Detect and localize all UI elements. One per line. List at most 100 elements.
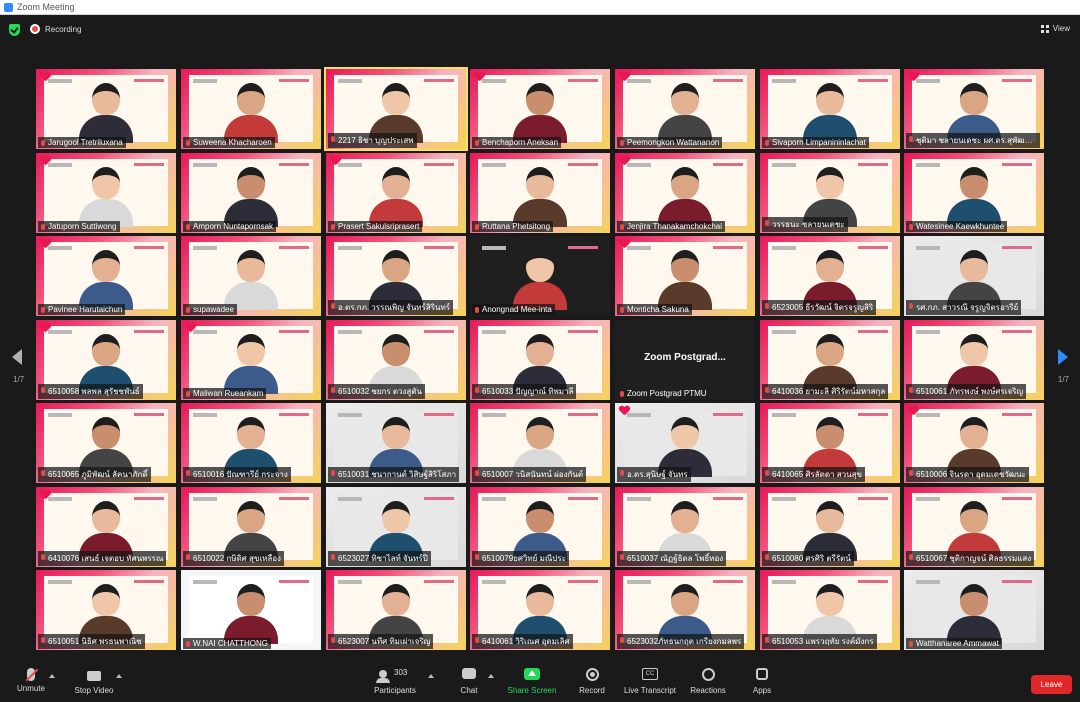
participant-tile[interactable]: Benchaporn Aneksan [470, 69, 610, 149]
participant-tile[interactable]: Jenjira Thanakamchokchai [615, 153, 755, 233]
reactions-button[interactable]: Reactions [690, 668, 726, 695]
participant-tile[interactable]: 6523005 ธีรวัฒน์ จิตรจรูญสิริ [760, 236, 900, 316]
participant-tile[interactable]: 6510080 ศรศิริ ตรีรัตน์ [760, 487, 900, 567]
apps-label: Apps [752, 686, 772, 695]
participant-tile[interactable]: 6510065 ภูมิพัฒน์ ลัคนาภักดิ์ [36, 403, 176, 483]
live-transcript-button[interactable]: CC Live Transcript [623, 668, 677, 695]
participant-tile[interactable]: Prasert Sakulsriprasert [326, 153, 466, 233]
participant-tile[interactable]: Pavinee Harutaichun [36, 236, 176, 316]
participant-tile[interactable]: 6510051 นิธิศ พรธนพาณิช [36, 570, 176, 650]
participant-tile[interactable]: 6510032 ชยกร ตวงสูตัน [326, 320, 466, 400]
heart-reaction-icon [40, 490, 51, 500]
participant-video-feed [658, 497, 712, 561]
leave-button[interactable]: Leave [1031, 675, 1072, 694]
participant-video-feed [224, 413, 278, 477]
participant-name-label: Maliwan Rueankam [183, 388, 267, 399]
next-page-arrow-icon[interactable] [1058, 349, 1068, 365]
participant-video-feed [513, 497, 567, 561]
participant-tile[interactable]: 6410076 เสนธ์ เจตอบ ทัศนพรรณ [36, 487, 176, 567]
participant-tile[interactable]: Suweena Khacharoen [181, 69, 321, 149]
participant-tile[interactable]: 6510016 ปัณฑารีย์ กระจาง [181, 403, 321, 483]
participant-tile[interactable]: รศ.กภ. สาวรณี จรูญจิตรอารีย์ [904, 236, 1044, 316]
participant-tile[interactable]: 6510079ยศวิทย์ มณีประ [470, 487, 610, 567]
participant-tile[interactable]: W.NAI CHATTHONG [181, 570, 321, 650]
participant-tile[interactable]: 6510022 กษิดิศ สุขเหลือง [181, 487, 321, 567]
participant-tile[interactable]: ชุติมา ชลายนเดชะ ผศ.ดร.สุพัฒน์ตัล [904, 69, 1044, 149]
unmute-label: Unmute [16, 684, 45, 693]
apps-icon [756, 668, 768, 680]
view-button[interactable]: View [1040, 24, 1070, 33]
unmute-button[interactable]: Unmute [14, 668, 48, 693]
participant-tile[interactable]: Watthanaree Ammawat [904, 570, 1044, 650]
participant-video-feed [803, 580, 857, 644]
participant-video-feed [369, 330, 423, 394]
participant-tile[interactable]: Maliwan Rueankam [181, 320, 321, 400]
previous-page-arrow-icon[interactable] [12, 349, 22, 365]
chat-options-caret-icon[interactable] [488, 674, 494, 678]
heart-reaction-icon [40, 323, 51, 333]
participant-name-label: Anongnad Mee-inta [472, 304, 555, 315]
participant-tile[interactable]: 6510031 ชนากานต์ วิสิษฐ์สิริโสภา [326, 403, 466, 483]
participant-tile[interactable]: Watesinee Kaewkhuntee [904, 153, 1044, 233]
stop-video-button[interactable]: Stop Video [73, 668, 115, 695]
participant-video-feed [658, 580, 712, 644]
participant-tile[interactable]: Peemongkon Wattananon [615, 69, 755, 149]
participant-video-feed [947, 246, 1001, 310]
participant-tile[interactable]: Sivaporn Limpanininlachat [760, 69, 900, 149]
participant-name-label: 6510016 ปัณฑารีย์ กระจาง [183, 467, 291, 482]
window-title: Zoom Meeting [17, 2, 75, 12]
participant-video-feed [224, 79, 278, 143]
record-dot-icon [30, 24, 40, 34]
participant-video-feed [947, 330, 1001, 394]
video-options-caret-icon[interactable] [116, 674, 122, 678]
chat-button[interactable]: Chat [455, 668, 483, 695]
participant-tile[interactable]: 6523032ภัทธนกฤต เกรียงกมลพร [615, 570, 755, 650]
participant-tile[interactable]: อ.ดร.กภ. วรรณพิญ จันทร์สิรินทร์ [326, 236, 466, 316]
chat-bubble-icon [462, 668, 476, 679]
participant-video-feed [658, 79, 712, 143]
participant-name-label: Suweena Khacharoen [183, 137, 275, 148]
heart-reaction-icon [330, 156, 341, 166]
heart-reaction-icon [908, 406, 919, 416]
participant-tile[interactable]: supawadee [181, 236, 321, 316]
participant-tile[interactable]: 6510007 วนิสนันทน์ ผ่องกันต์ [470, 403, 610, 483]
participant-tile[interactable]: 6510033 ปัญญาณ์ ทิพมาลี [470, 320, 610, 400]
participant-video-feed [224, 497, 278, 561]
participant-tile[interactable]: อ.ดร.สุนิษฐ์ จันทร [615, 403, 755, 483]
record-button[interactable]: Record [577, 668, 607, 695]
participant-tile[interactable]: Amporn Nuntapornsak [181, 153, 321, 233]
participant-tile[interactable]: 6510006 จินรดา อุดมเดชวัฒนะ [904, 403, 1044, 483]
apps-button[interactable]: Apps [751, 668, 773, 695]
chat-label: Chat [460, 686, 478, 695]
participant-tile[interactable]: 6510067 ชุติกาญจน์ ศิลธรรมแสง [904, 487, 1044, 567]
participant-tile[interactable]: 6410061 วิริเณศ อุดมเลิศ [470, 570, 610, 650]
recording-indicator[interactable]: Recording [30, 24, 81, 34]
participant-tile[interactable]: 6510053 แพรวฤทัย รงค์มังกร [760, 570, 900, 650]
participant-tile[interactable]: Anongnad Mee-inta [470, 236, 610, 316]
participant-name-label: 6510061 ภัทรพงษ์ พงษ์ศรเจริญ [906, 384, 1027, 399]
participants-button[interactable]: 303 Participants [372, 668, 418, 695]
participant-tile[interactable]: 6510061 ภัทรพงษ์ พงษ์ศรเจริญ [904, 320, 1044, 400]
shield-icon[interactable] [9, 24, 20, 36]
stop-video-label: Stop Video [74, 686, 114, 695]
participants-count: 303 [394, 668, 408, 677]
share-screen-button[interactable]: Share Screen [506, 668, 558, 695]
participant-tile[interactable]: 6523027 ทิชาไลท์ จันทร์ปี [326, 487, 466, 567]
participant-tile[interactable]: Monticha Sakuna [615, 236, 755, 316]
participant-tile[interactable]: 6523007 นทีศ ทิมเผ่าเจริญ [326, 570, 466, 650]
participant-tile[interactable]: Jatuporn Suttiwong [36, 153, 176, 233]
participant-tile[interactable]: Jarugool Tretriluxana [36, 69, 176, 149]
participant-tile[interactable]: 6510037 ณัฏฐ์ธิดล โพธิ์ทอง [615, 487, 755, 567]
participants-options-caret-icon[interactable] [428, 674, 434, 678]
participant-tile[interactable]: 2217 ธิชา บุญประเสพ [324, 67, 468, 151]
participant-tile[interactable]: Ruttana Phetsitong [470, 153, 610, 233]
participant-tile[interactable]: 6510058 พลพล สุรัชชพันธ์ [36, 320, 176, 400]
zoom-logo-icon [4, 2, 13, 12]
participant-tile[interactable]: 6410065 ศิรลัดดา สวนสุข [760, 403, 900, 483]
participant-tile[interactable]: วรรธนะ ชลายนเดชะ [760, 153, 900, 233]
audio-options-caret-icon[interactable] [49, 674, 55, 678]
reactions-label: Reactions [690, 686, 726, 695]
participant-name-label: Prasert Sakulsriprasert [328, 221, 423, 232]
participant-tile[interactable]: Zoom Postgrad... Zoom Postgrad PTMU [615, 320, 755, 400]
participant-tile[interactable]: 6410036 ยามะลิ ศิริรัตน์มหาสกุล [760, 320, 900, 400]
